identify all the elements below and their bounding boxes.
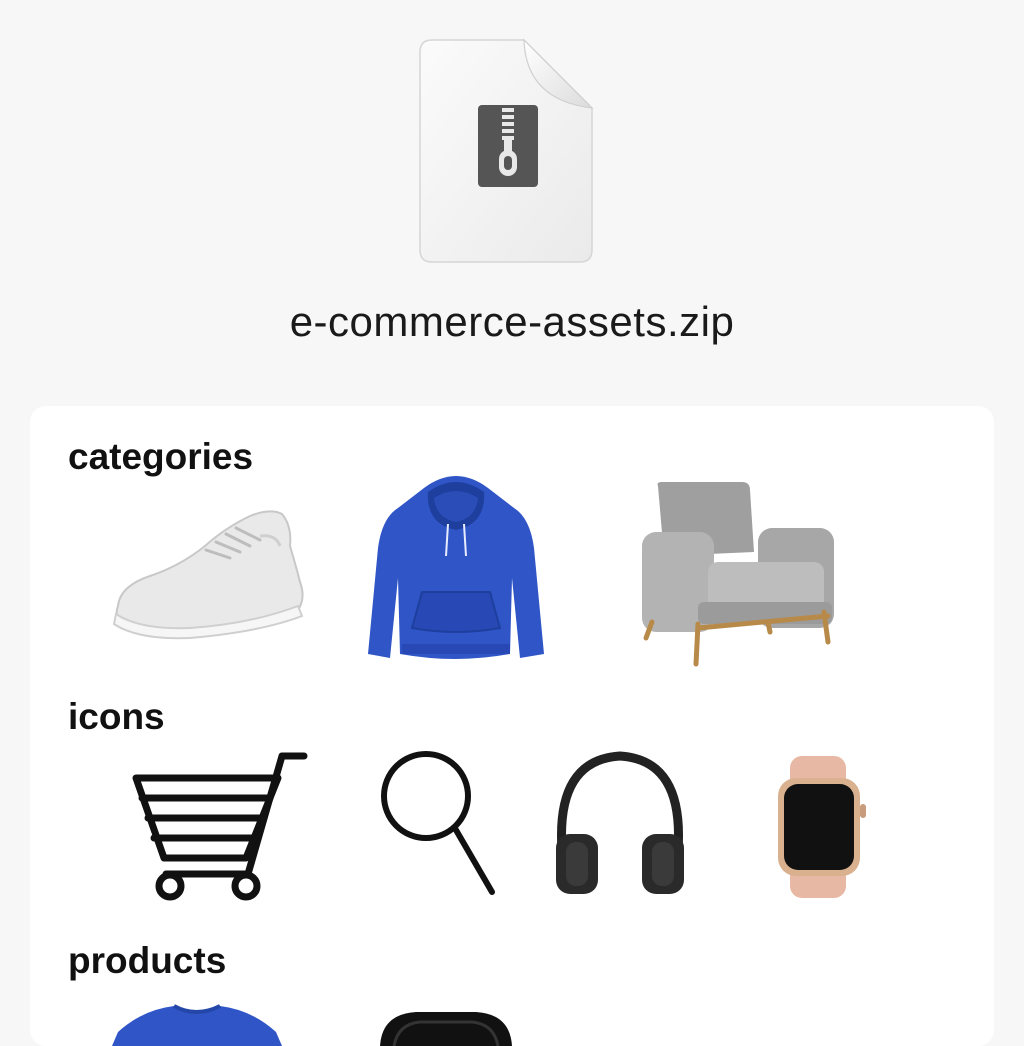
section-title-products: products xyxy=(68,940,227,981)
zip-archive-icon[interactable] xyxy=(418,38,594,264)
shopping-cart-icon[interactable] xyxy=(130,746,314,902)
section-title-categories: categories xyxy=(68,436,254,477)
hoodie-icon[interactable] xyxy=(364,468,548,664)
tshirt-icon[interactable] xyxy=(112,1002,282,1046)
sneaker-icon[interactable] xyxy=(110,506,310,646)
smartwatch-icon[interactable] xyxy=(776,756,868,898)
archive-contents-panel: categories icons products xyxy=(30,406,994,1046)
armchair-icon[interactable] xyxy=(638,482,838,668)
headphones-icon[interactable] xyxy=(552,750,688,896)
earbuds-case-icon[interactable] xyxy=(376,1008,516,1046)
search-icon[interactable] xyxy=(380,750,500,900)
section-title-icons: icons xyxy=(68,696,165,737)
archive-file-name[interactable]: e-commerce-assets.zip xyxy=(0,298,1024,346)
